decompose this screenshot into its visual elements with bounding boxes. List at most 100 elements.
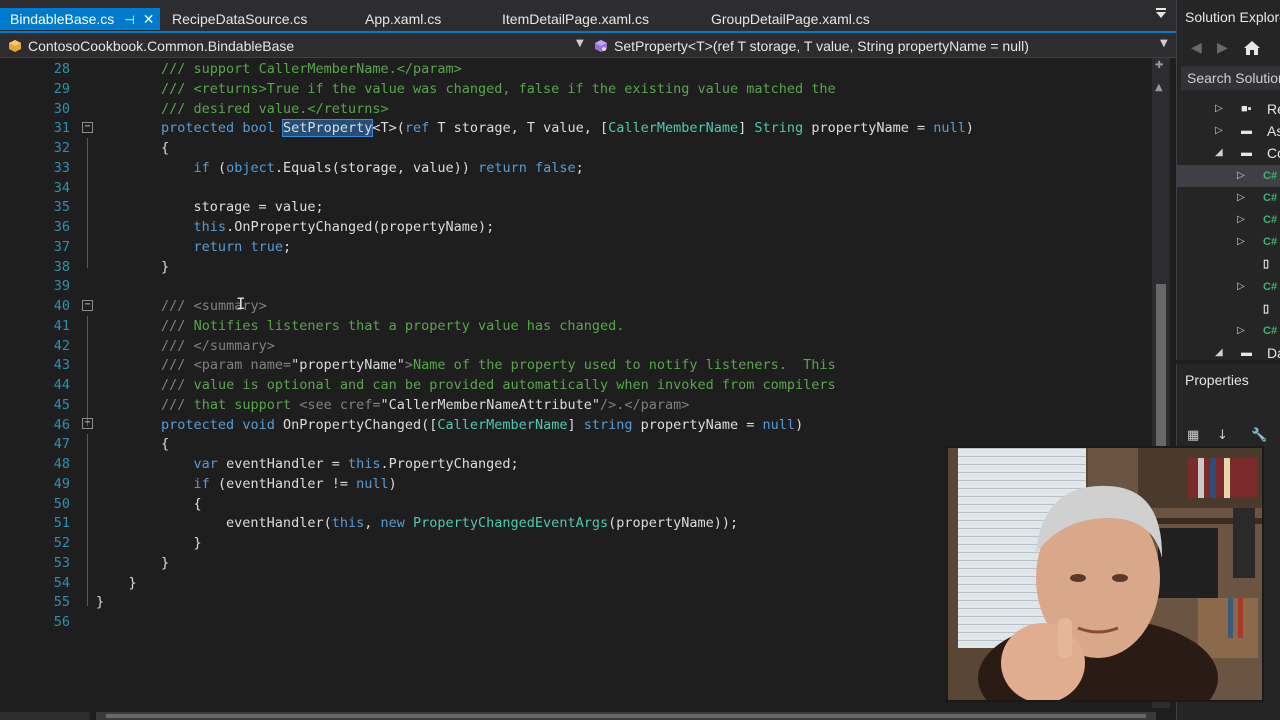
code-line[interactable]: } [96, 533, 202, 553]
zoom-level[interactable] [0, 712, 90, 720]
back-icon[interactable]: ◀ [1191, 40, 1202, 56]
code-line[interactable]: } [96, 257, 169, 277]
collapse-icon[interactable]: − [82, 418, 93, 429]
expand-arrow-icon[interactable]: ▷ [1237, 276, 1245, 298]
code-line[interactable]: return true; [96, 237, 292, 257]
member-dropdown[interactable]: SetProperty<T>(ref T storage, T value, S… [594, 36, 1154, 56]
code-line[interactable]: /// Notifies listeners that a property v… [96, 316, 624, 336]
code-line[interactable]: /// desired value.</returns> [96, 99, 389, 119]
solution-tree-item[interactable]: ▯ [1177, 298, 1280, 320]
code-line[interactable]: /// <param name="propertyName">Name of t… [96, 355, 836, 375]
forward-icon[interactable]: ▶ [1217, 40, 1228, 56]
line-number: 55 [53, 594, 70, 611]
code-line[interactable]: storage = value; [96, 197, 324, 217]
solution-tree-item[interactable]: ▷ C# [1177, 209, 1280, 231]
line-number: 50 [53, 495, 70, 512]
fold-guide [87, 138, 88, 268]
collapse-arrow-icon[interactable]: ◢ [1215, 342, 1223, 360]
pin-icon[interactable]: ⊣ [124, 9, 134, 31]
expand-arrow-icon[interactable]: ▷ [1237, 187, 1245, 209]
line-number: 29 [53, 80, 70, 97]
code-line[interactable]: /// support CallerMemberName.</param> [96, 59, 462, 79]
collapse-icon[interactable]: − [82, 300, 93, 311]
code-line[interactable]: /// <returns>True if the value was chang… [96, 79, 836, 99]
expand-arrow-icon[interactable]: ▷ [1237, 165, 1245, 187]
collapse-arrow-icon[interactable]: ◢ [1215, 142, 1223, 164]
code-line[interactable]: /// value is optional and can be provide… [96, 375, 836, 395]
code-line[interactable]: } [96, 592, 104, 612]
horizontal-scrollbar[interactable] [96, 712, 1156, 720]
code-line[interactable]: } [96, 553, 169, 573]
code-line[interactable]: protected bool SetProperty<T>(ref T stor… [96, 118, 974, 138]
scroll-up-icon[interactable]: ▲ [1155, 82, 1163, 93]
tab-overflow-dropdown-icon[interactable] [1152, 6, 1170, 26]
split-icon[interactable]: ✚ [1155, 60, 1163, 71]
home-icon[interactable] [1243, 40, 1261, 60]
csharp-file-icon: C# [1263, 280, 1278, 293]
method-icon [594, 38, 608, 52]
chevron-down-icon[interactable]: ▼ [1160, 38, 1168, 49]
solution-tree-item[interactable]: ▷ C# [1177, 276, 1280, 298]
line-number: 37 [53, 238, 70, 255]
solution-tree-item[interactable]: ▷ C# [1177, 320, 1280, 342]
tab-bindablebase[interactable]: BindableBase.cs ⊣ ✕ [0, 8, 161, 31]
code-line[interactable]: { [96, 434, 169, 454]
tab-recipedatasource[interactable]: RecipeDataSource.cs [172, 8, 307, 30]
solution-tree-item[interactable]: ▷ ▬ As [1177, 120, 1280, 142]
close-icon[interactable]: ✕ [143, 8, 155, 30]
categorized-icon[interactable]: ▦ [1187, 428, 1199, 443]
solution-tree-item[interactable]: ▷ C# [1177, 231, 1280, 253]
folder-icon: ▬ [1241, 125, 1252, 138]
member-dropdown-value: SetProperty<T>(ref T storage, T value, S… [614, 38, 1029, 54]
solution-tree-item[interactable]: ◢ ▬ Co [1177, 142, 1280, 164]
tab-groupdetailpage[interactable]: GroupDetailPage.xaml.cs [711, 8, 870, 30]
tab-itemdetailpage[interactable]: ItemDetailPage.xaml.cs [502, 8, 649, 30]
fold-guide [87, 434, 88, 606]
solution-tree-item-label: As [1267, 123, 1280, 140]
code-line[interactable]: protected void OnPropertyChanged([Caller… [96, 415, 803, 435]
tab-app-xaml[interactable]: App.xaml.cs [365, 8, 441, 30]
expand-arrow-icon[interactable]: ▷ [1237, 320, 1245, 342]
text-cursor-icon: I [236, 294, 246, 313]
panel-title: Properties [1185, 372, 1249, 388]
csharp-file-icon: C# [1263, 214, 1278, 226]
line-number: 32 [53, 140, 70, 156]
solution-tree-item[interactable]: ▷ ■▪ Re [1177, 98, 1280, 120]
solution-tree-item[interactable]: ▷ C# [1177, 164, 1280, 187]
collapse-icon[interactable]: − [82, 122, 93, 133]
type-dropdown[interactable]: ContosoCookbook.Common.BindableBase [8, 36, 588, 56]
expand-arrow-icon[interactable]: ▷ [1215, 120, 1223, 142]
solution-tree-item[interactable]: ▯ [1177, 253, 1280, 275]
solution-tree-item[interactable]: ▷ C# [1177, 187, 1280, 209]
line-number: 45 [53, 396, 70, 413]
code-line[interactable]: { [96, 138, 169, 158]
chevron-down-icon[interactable]: ▼ [576, 38, 584, 49]
code-line[interactable]: /// </summary> [96, 336, 275, 356]
solution-tree-item-label: Da [1267, 345, 1280, 360]
solution-tree-item[interactable]: ◢ ▬ Da [1177, 342, 1280, 360]
solution-explorer-panel: Solution Explorer ◀ ▶ Search Solution Ex… [1176, 0, 1280, 360]
expand-arrow-icon[interactable]: ▷ [1215, 98, 1223, 120]
solution-tree-item-label: Re [1267, 101, 1280, 117]
code-line[interactable]: eventHandler(this, new PropertyChangedEv… [96, 513, 738, 533]
line-number: 28 [53, 61, 70, 77]
type-dropdown-value: ContosoCookbook.Common.BindableBase [28, 38, 295, 54]
wrench-icon[interactable]: 🔧 [1251, 428, 1267, 443]
line-number: 31 [53, 120, 70, 137]
fold-guide [87, 316, 88, 426]
code-line[interactable]: } [96, 573, 137, 593]
line-number: 46 [53, 416, 70, 433]
code-line[interactable]: /// that support <see cref="CallerMember… [96, 395, 689, 415]
code-line[interactable]: var eventHandler = this.PropertyChanged; [96, 454, 519, 474]
sort-icon[interactable]: ↓ [1217, 428, 1228, 443]
search-solution-explorer-input[interactable]: Search Solution Explorer [1181, 66, 1280, 90]
code-line[interactable]: this.OnPropertyChanged(propertyName); [96, 217, 495, 237]
folder-icon: ▬ [1241, 147, 1252, 160]
scroll-thumb[interactable] [106, 714, 1146, 718]
expand-arrow-icon[interactable]: ▷ [1237, 209, 1245, 231]
code-line[interactable]: { [96, 494, 202, 514]
expand-arrow-icon[interactable]: ▷ [1237, 231, 1245, 253]
code-line[interactable]: if (object.Equals(storage, value)) retur… [96, 158, 584, 178]
line-number: 35 [53, 199, 70, 216]
code-line[interactable]: if (eventHandler != null) [96, 474, 397, 494]
